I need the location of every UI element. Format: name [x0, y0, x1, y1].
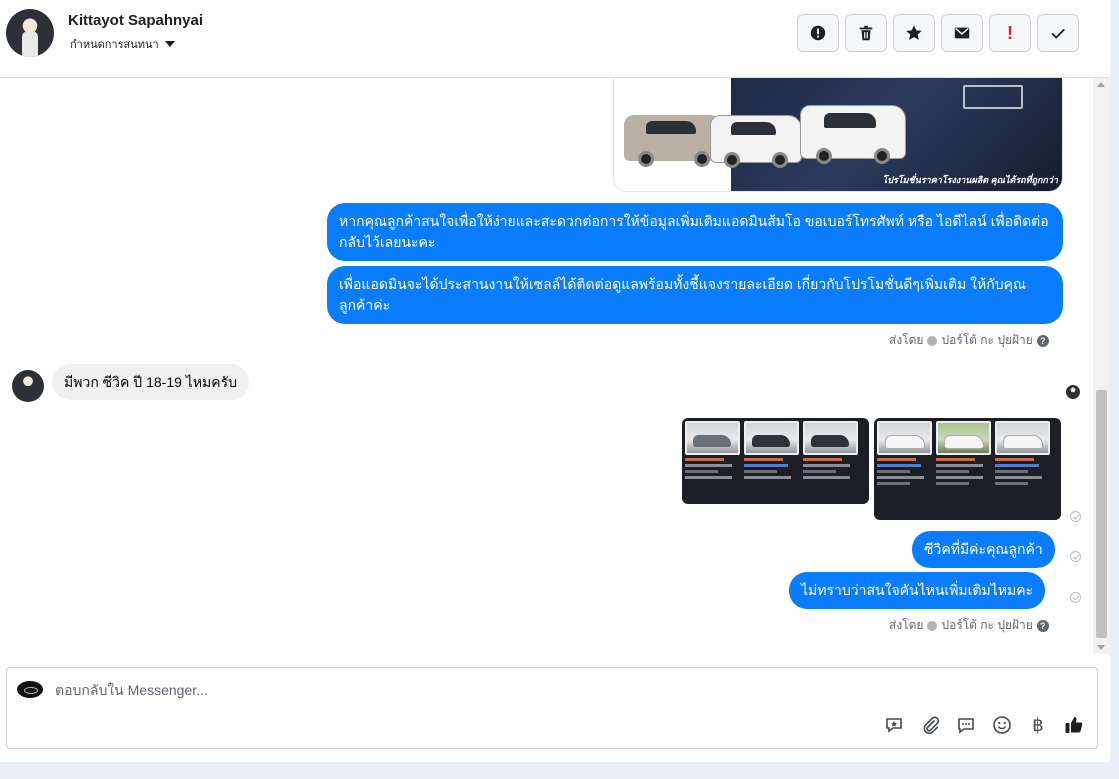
- conversation-schedule-label: กำหนดการสนทนา: [70, 39, 159, 51]
- chat-bubble-icon: [958, 718, 974, 734]
- mark-spam-button[interactable]: !: [989, 14, 1031, 52]
- car-pickup-shape: [710, 115, 802, 168]
- inbox-conversation-window: Kittayot Sapahnyai กำหนดการสนทนา ! โปรโม…: [0, 0, 1110, 762]
- quick-reply-button[interactable]: [955, 714, 977, 736]
- listing-card: [803, 421, 858, 503]
- like-button[interactable]: [1063, 714, 1085, 736]
- sent-by-label: ส่งโดย ปอร์โต้ กะ ปุยฝ้าย ?: [889, 331, 1049, 350]
- promo-image[interactable]: โปรโมชั่นราคาโรงงานผลิต คุณได้รถที่ถูกกว…: [613, 78, 1063, 192]
- contact-name[interactable]: Kittayot Sapahnyai: [68, 12, 203, 29]
- sent-check-icon: [1070, 511, 1081, 522]
- page-dot-icon: [927, 335, 938, 346]
- alert-circle-icon: [810, 25, 826, 41]
- conversation-header: Kittayot Sapahnyai กำหนดการสนทนา !: [0, 0, 1110, 78]
- reply-composer: ฿: [6, 667, 1098, 749]
- promo-caption: โปรโมชั่นราคาโรงงานผลิต คุณได้รถที่ถูกกว…: [882, 175, 1058, 185]
- saved-reply-button[interactable]: [883, 714, 905, 736]
- help-icon[interactable]: ?: [1036, 334, 1049, 347]
- listing-card: [936, 421, 991, 517]
- emoji-button[interactable]: [991, 714, 1013, 736]
- message-outgoing[interactable]: ไม่ทราบว่าสนใจคันไหนเพิ่มเติมไหมคะ: [789, 572, 1046, 609]
- sent-by-label: ส่งโดย ปอร์โต้ กะ ปุยฝ้าย ?: [889, 616, 1049, 635]
- car-truck-shape: [800, 105, 906, 164]
- baht-icon: ฿: [1032, 714, 1044, 736]
- message-outgoing[interactable]: เพื่อแอดมินจะได้ประสานงานให้เซลล์ได้ติดต…: [327, 266, 1063, 324]
- contact-avatar-small[interactable]: [12, 370, 44, 402]
- emoji-icon: [993, 716, 1011, 734]
- payment-button[interactable]: ฿: [1027, 714, 1049, 736]
- attach-button[interactable]: [919, 714, 941, 736]
- conversation-schedule-dropdown[interactable]: กำหนดการสนทนา: [70, 35, 175, 53]
- page-avatar: [17, 681, 43, 698]
- envelope-icon: [954, 27, 970, 39]
- mark-done-button[interactable]: [1037, 14, 1079, 52]
- conversation-toolbar: !: [797, 14, 1079, 52]
- message-outgoing[interactable]: หากคุณลูกค้าสนใจเพื่อให้ง่ายและสะดวกต่อก…: [327, 203, 1063, 261]
- pickup-rack-shape: [963, 85, 1023, 109]
- listing-card: [995, 421, 1050, 517]
- car-sedan-shape: [624, 115, 724, 167]
- thumbs-up-icon: [1065, 717, 1083, 733]
- thread-scrollbar[interactable]: [1093, 78, 1110, 654]
- delete-button[interactable]: [845, 14, 887, 52]
- attachment-icon: [923, 716, 940, 735]
- sent-check-icon: [1070, 592, 1081, 603]
- listing-card: [685, 421, 740, 503]
- caret-down-icon: [164, 41, 175, 47]
- message-outgoing[interactable]: ซีวิคที่มีค่ะคุณลูกค้า: [912, 531, 1055, 568]
- composer-toolbar: ฿: [883, 714, 1085, 736]
- message-thread[interactable]: โปรโมชั่นราคาโรงงานผลิต คุณได้รถที่ถูกกว…: [0, 78, 1093, 654]
- scroll-up-arrow[interactable]: [1093, 80, 1110, 90]
- mark-unread-button[interactable]: [941, 14, 983, 52]
- listing-card: [744, 421, 799, 503]
- listing-card: [877, 421, 932, 517]
- listing-image-1[interactable]: [682, 418, 869, 504]
- alert-button[interactable]: [797, 14, 839, 52]
- scroll-down-arrow[interactable]: [1093, 642, 1110, 652]
- star-button[interactable]: [893, 14, 935, 52]
- contact-avatar[interactable]: [6, 9, 54, 57]
- seen-avatar: [1066, 385, 1080, 399]
- reply-input[interactable]: [55, 680, 855, 700]
- star-icon: [906, 25, 922, 40]
- message-incoming[interactable]: มีพวก ซีวิค ปี 18-19 ไหมครับ: [52, 364, 250, 400]
- help-icon[interactable]: ?: [1036, 619, 1049, 632]
- page-dot-icon: [927, 620, 938, 631]
- check-icon: [1051, 28, 1065, 39]
- saved-reply-icon: [886, 718, 902, 733]
- trash-icon: [859, 25, 873, 41]
- listing-image-2[interactable]: [874, 418, 1061, 520]
- scroll-thumb[interactable]: [1096, 390, 1107, 638]
- exclamation-icon: !: [1007, 22, 1013, 43]
- sent-check-icon: [1070, 551, 1081, 562]
